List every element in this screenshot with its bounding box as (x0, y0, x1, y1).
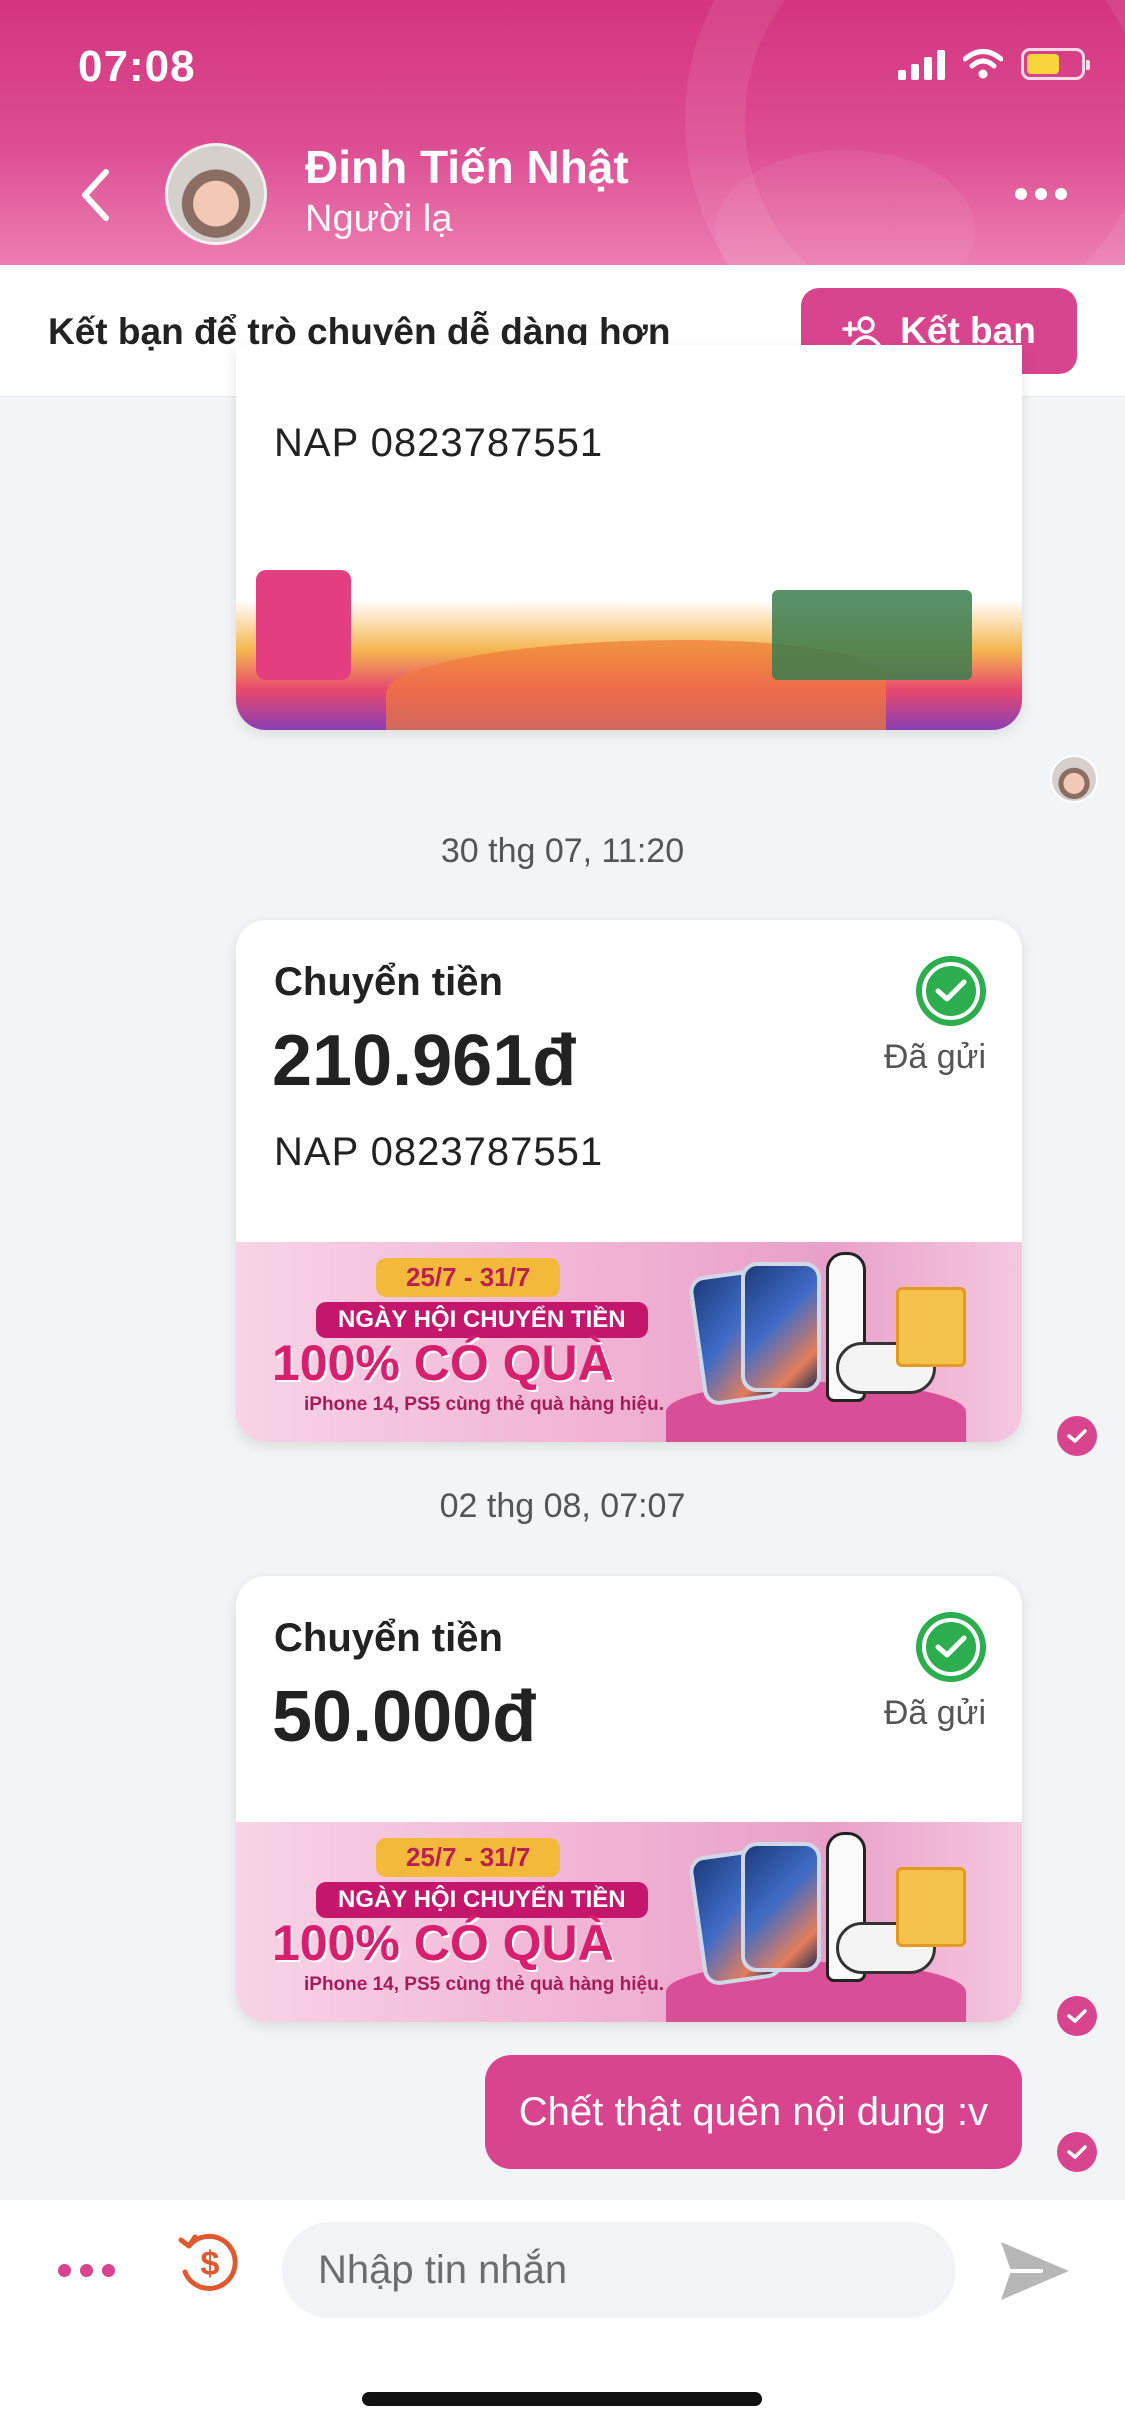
transfer-amount: 210.961đ (272, 1021, 577, 1101)
promo-event: NGÀY HỘI CHUYỂN TIỀN (316, 1302, 648, 1338)
chevron-left-icon (82, 169, 109, 221)
promo-headline: 100% CÓ QUÀ (272, 1915, 614, 1971)
back-button[interactable] (70, 160, 120, 230)
promo-date: 25/7 - 31/7 (376, 1838, 561, 1877)
contact-name[interactable]: Đinh Tiến Nhật (305, 140, 629, 194)
chat-header: 07:08 Đinh Tiến Nhật Người lạ (0, 0, 1125, 265)
contact-status: Người lạ (305, 198, 453, 240)
signal-icon (898, 48, 945, 80)
promo-banner[interactable]: 25/7 - 31/7 NGÀY HỘI CHUYỂN TIỀN 100% CÓ… (236, 1242, 1022, 1442)
transfer-note: NAP 0823787551 (274, 421, 604, 465)
promo-headline: 100% CÓ QUÀ (272, 1335, 614, 1391)
promo-date: 25/7 - 31/7 (376, 1258, 561, 1297)
transfer-card[interactable]: Chuyển tiền 210.961đ NAP 0823787551 Đã g… (236, 920, 1022, 1442)
phone-image (741, 1262, 821, 1392)
read-receipt-icon (1057, 1416, 1097, 1456)
transfer-title: Chuyển tiền (274, 960, 503, 1004)
home-indicator (362, 2392, 762, 2406)
read-receipt-icon (1057, 2132, 1097, 2172)
transfer-card[interactable]: Chuyển tiền 50.000đ Đã gửi 25/7 - 31/7 N… (236, 1576, 1022, 2022)
promo-banner[interactable]: 25/7 - 31/7 NGÀY HỘI CHUYỂN TIỀN 100% CÓ… (236, 1822, 1022, 2022)
more-actions-button[interactable] (58, 2264, 115, 2277)
promo-subtext: iPhone 14, PS5 cùng thẻ quà hàng hiệu. (304, 1974, 664, 1995)
transfer-card[interactable]: NAP 0823787551 (236, 345, 1022, 730)
contact-avatar[interactable] (165, 143, 267, 245)
status-time: 07:08 (78, 42, 196, 91)
battery-icon (1021, 48, 1090, 80)
message-input[interactable] (282, 2222, 956, 2318)
transfer-amount: 50.000đ (272, 1677, 537, 1757)
outgoing-message[interactable]: Chết thật quên nội dung :v (484, 2055, 1022, 2169)
svg-text:$: $ (201, 2245, 220, 2283)
money-transfer-icon[interactable]: $ (175, 2228, 245, 2298)
gift-image (896, 1287, 966, 1367)
status-icons (898, 48, 1090, 80)
transfer-title: Chuyển tiền (274, 1616, 503, 1660)
check-circle-icon (916, 1612, 986, 1682)
message-timestamp: 30 thg 07, 11:20 (440, 832, 685, 870)
check-circle-icon (916, 956, 986, 1026)
send-icon[interactable] (995, 2236, 1075, 2306)
add-user-icon (842, 316, 881, 347)
transfer-status: Đã gửi (883, 1694, 986, 1732)
wifi-icon (963, 49, 1003, 79)
more-options-button[interactable] (1015, 188, 1067, 200)
gift-image (896, 1867, 966, 1947)
promo-subtext: iPhone 14, PS5 cùng thẻ quà hàng hiệu. (304, 1394, 664, 1415)
read-receipt-icon (1057, 1996, 1097, 2036)
seen-avatar (1050, 755, 1098, 803)
message-timestamp: 02 thg 08, 07:07 (439, 1487, 686, 1525)
transfer-note: NAP 0823787551 (274, 1130, 604, 1174)
shopping-banner-image (236, 530, 1022, 730)
promo-event: NGÀY HỘI CHUYỂN TIỀN (316, 1882, 648, 1918)
phone-image (741, 1842, 821, 1972)
transfer-status: Đã gửi (883, 1038, 986, 1076)
